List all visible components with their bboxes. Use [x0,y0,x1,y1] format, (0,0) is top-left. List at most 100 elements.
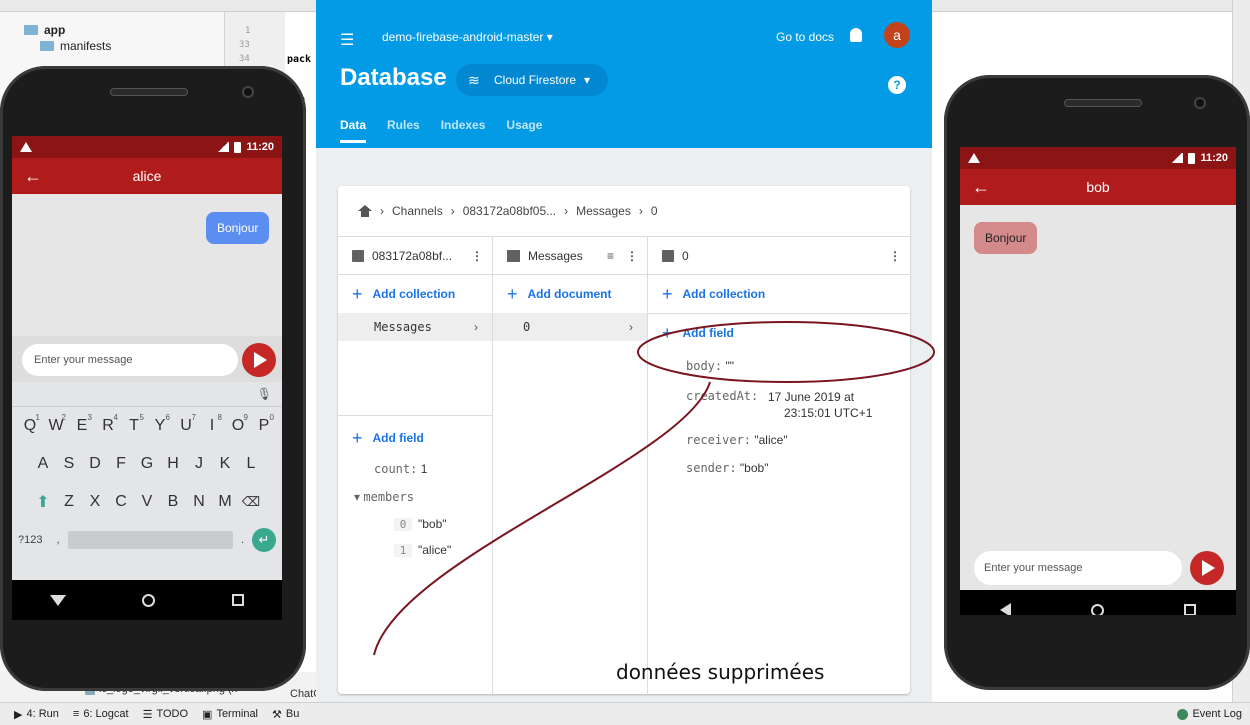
key-a[interactable]: A [30,455,56,473]
menu-icon[interactable]: ☰ [340,30,354,50]
breadcrumb-item[interactable]: 0 [651,204,658,218]
recents-icon[interactable] [1184,604,1196,615]
send-button[interactable] [1190,551,1224,585]
key-x[interactable]: X [82,493,108,511]
field-body: body: "" [686,359,734,373]
more-vert-icon[interactable]: ⋮ [626,249,638,263]
space-key[interactable] [67,531,233,549]
column-header: 0 ⋮ [648,237,910,275]
firebase-console: ☰ demo-firebase-android-master ▾ Go to d… [316,0,932,702]
breadcrumb-item[interactable]: Messages [576,204,631,218]
add-collection-button[interactable]: + Add collection [338,275,492,313]
key-d[interactable]: D [82,455,108,473]
microphone-icon[interactable]: 🎙 [257,387,272,401]
key-hint: 8 [217,413,222,422]
home-icon[interactable] [358,205,372,217]
add-field-button[interactable]: + Add field [648,314,910,352]
key-e[interactable]: E3 [69,413,95,435]
tab-rules[interactable]: Rules [387,118,420,132]
key-h[interactable]: H [160,455,186,473]
tool-terminal[interactable]: ▣ Terminal [202,708,258,721]
key-n[interactable]: N [186,493,212,511]
tab-indexes[interactable]: Indexes [441,118,486,132]
back-icon[interactable] [1000,603,1011,615]
help-icon[interactable]: ? [888,76,906,94]
key-f[interactable]: F [108,455,134,473]
tool-run[interactable]: ▶ 4: Run [14,708,59,721]
tool-build[interactable]: ⚒ Bu [272,708,299,721]
event-log-button[interactable]: Event Log [1177,708,1242,720]
phone-camera [242,86,254,98]
bell-icon[interactable] [850,28,862,42]
back-arrow-icon[interactable]: ← [972,177,990,198]
key-i[interactable]: I8 [199,413,225,435]
key-m[interactable]: M [212,493,238,511]
phone-bob: 11:20 ← bob Bonjour Enter your message [944,75,1250,690]
key-s[interactable]: S [56,455,82,473]
breadcrumb-item[interactable]: 083172a08bf05... [463,204,556,218]
back-arrow-icon[interactable]: ← [24,166,42,187]
key-p[interactable]: P0 [251,413,277,435]
project-selector[interactable]: demo-firebase-android-master ▾ [382,30,553,44]
message-input[interactable]: Enter your message [974,551,1182,585]
tree-item-manifests[interactable]: manifests [40,38,111,54]
add-field-button[interactable]: + Add field [338,419,492,457]
go-to-docs-link[interactable]: Go to docs [776,30,834,44]
add-collection-button[interactable]: + Add collection [648,275,910,313]
comma-key[interactable]: , [56,534,59,546]
send-button[interactable] [242,343,276,377]
field-value: "bob" [418,517,447,531]
key-y[interactable]: Y6 [147,413,173,435]
key-c[interactable]: C [108,493,134,511]
list-item[interactable]: Messages › [338,313,492,341]
key-t[interactable]: T5 [121,413,147,435]
phone-alice: 11:20 ← alice Bonjour Enter your message… [0,66,306,691]
tool-todo[interactable]: ☰ TODO [143,708,188,721]
tab-data[interactable]: Data [340,118,367,143]
more-vert-icon[interactable]: ⋮ [471,249,483,263]
plus-icon: + [662,322,673,343]
key-z[interactable]: Z [56,493,82,511]
key-l[interactable]: L [238,455,264,473]
enter-key-icon[interactable]: ↵ [252,528,276,552]
key-k[interactable]: K [212,455,238,473]
line-number: 34 [239,54,250,64]
hide-keyboard-icon[interactable] [50,594,67,606]
key-u[interactable]: U7 [173,413,199,435]
tab-usage[interactable]: Usage [506,118,542,132]
key-q[interactable]: Q1 [17,413,43,435]
add-document-button[interactable]: + Add document [493,275,647,313]
key-r[interactable]: R4 [95,413,121,435]
database-selector[interactable]: ≋ Cloud Firestore ▾ [456,64,608,96]
avatar[interactable]: a [884,22,910,48]
key-w[interactable]: W2 [43,413,69,435]
tree-item-app[interactable]: app [24,22,65,38]
message-input[interactable]: Enter your message [22,344,238,376]
key-o[interactable]: O9 [225,413,251,435]
key-b[interactable]: B [160,493,186,511]
tool-logcat[interactable]: ≡ 6: Logcat [73,708,129,720]
home-icon[interactable] [142,593,156,607]
field-value: 17 June 2019 at [768,390,855,404]
key-g[interactable]: G [134,455,160,473]
phone-speaker [1064,99,1142,107]
plus-icon: + [352,283,363,304]
shift-key-icon[interactable]: ⬆ [30,492,56,512]
filter-icon[interactable]: ≡ [607,249,614,263]
recents-icon[interactable] [231,594,244,606]
key-j[interactable]: J [186,455,212,473]
home-icon[interactable] [1091,603,1104,615]
period-key[interactable]: . [241,534,244,546]
backspace-icon[interactable]: ⌫ [238,494,264,510]
symbols-key[interactable]: ?123 [18,534,42,546]
field-members[interactable]: ▾ members [354,490,414,504]
button-label: Add collection [682,287,766,301]
key-v[interactable]: V [134,493,160,511]
button-label: Add field [682,326,734,340]
collection-column: Messages ≡ ⋮ + Add document 0 › [492,236,647,694]
field-value: "alice" [754,433,788,447]
more-vert-icon[interactable]: ⋮ [889,249,901,263]
firebase-header: ☰ demo-firebase-android-master ▾ Go to d… [316,0,932,148]
list-item[interactable]: 0 › [493,313,647,341]
breadcrumb-item[interactable]: Channels [392,204,443,218]
